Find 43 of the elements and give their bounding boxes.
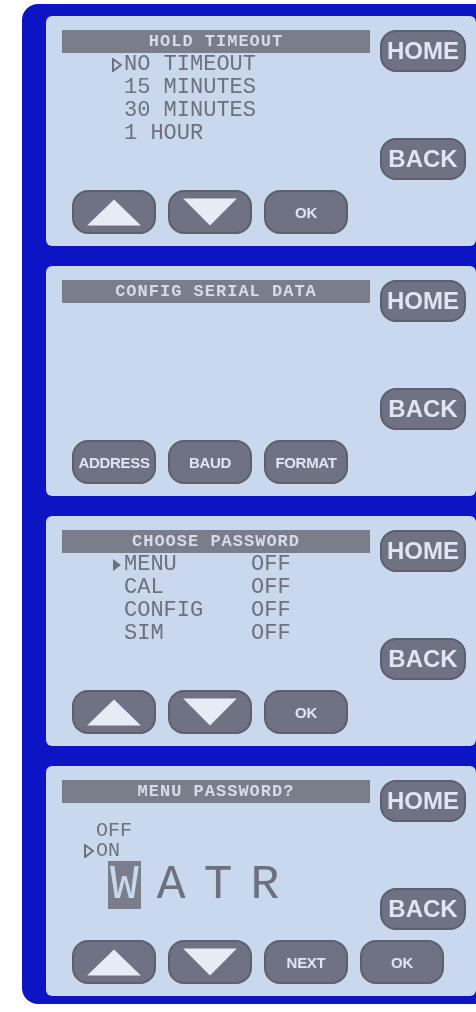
lcd-button[interactable]: NEXT <box>264 940 348 984</box>
up-arrow-button[interactable] <box>72 190 156 234</box>
lcd-button[interactable]: HOME <box>380 280 466 322</box>
password-character[interactable]: R <box>248 861 282 909</box>
screen-title: CONFIG SERIAL DATA <box>62 280 370 303</box>
menu-option[interactable]: NO TIMEOUT <box>124 53 257 76</box>
up-arrow-button[interactable] <box>72 690 156 734</box>
lcd-button[interactable]: HOME <box>380 30 466 72</box>
lcd-button[interactable]: BACK <box>380 138 466 180</box>
password-character[interactable]: W <box>108 861 141 909</box>
password-character[interactable]: A <box>154 861 188 909</box>
menu-option[interactable]: 30 MINUTES <box>124 99 257 122</box>
menu-option[interactable]: ON <box>96 841 120 861</box>
lcd-button[interactable]: ADDRESS <box>72 440 156 484</box>
down-arrow-button[interactable] <box>168 690 252 734</box>
menu-option[interactable]: 15 MINUTES <box>124 76 257 99</box>
lcd-button[interactable]: BACK <box>380 388 466 430</box>
setting-label[interactable]: MENU <box>124 553 249 576</box>
down-arrow-button[interactable] <box>168 940 252 984</box>
setting-value: OFF <box>251 599 291 622</box>
lcd-button[interactable]: OK <box>264 190 348 234</box>
lcd-button[interactable]: BAUD <box>168 440 252 484</box>
lcd-button[interactable]: OK <box>360 940 444 984</box>
down-arrow-button[interactable] <box>168 190 252 234</box>
lcd-button[interactable]: BACK <box>380 888 466 930</box>
menu-option[interactable]: 1 HOUR <box>124 122 204 145</box>
lcd-button[interactable]: HOME <box>380 780 466 822</box>
setting-value: OFF <box>251 622 291 645</box>
setting-label[interactable]: CONFIG <box>124 599 249 622</box>
lcd-button[interactable]: OK <box>264 690 348 734</box>
setting-value: OFF <box>251 553 291 576</box>
up-arrow-button[interactable] <box>72 940 156 984</box>
menu-option[interactable]: OFF <box>96 821 132 841</box>
setting-label[interactable]: CAL <box>124 576 249 599</box>
screen-title: MENU PASSWORD? <box>62 780 370 803</box>
lcd-button[interactable]: BACK <box>380 638 466 680</box>
screen-title: HOLD TIMEOUT <box>62 30 370 53</box>
lcd-button[interactable]: FORMAT <box>264 440 348 484</box>
screen-title: CHOOSE PASSWORD <box>62 530 370 553</box>
setting-value: OFF <box>251 576 291 599</box>
password-character[interactable]: T <box>201 861 235 909</box>
lcd-button[interactable]: HOME <box>380 530 466 572</box>
setting-label[interactable]: SIM <box>124 622 249 645</box>
